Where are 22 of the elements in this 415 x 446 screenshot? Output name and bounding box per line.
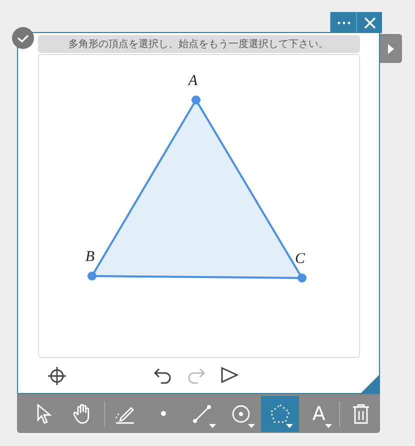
vertex-label: A: [188, 72, 198, 89]
close-icon: [364, 16, 376, 28]
instruction-bar: 多角形の頂点を選択し、始点をもう一度選択して下さい。: [38, 35, 360, 53]
caret-icon: [208, 424, 216, 428]
more-icon: [336, 20, 350, 24]
vertex-label: B: [84, 248, 94, 265]
caret-icon: [248, 424, 255, 428]
caret-icon: [286, 424, 294, 428]
more-button[interactable]: [330, 12, 356, 33]
check-icon[interactable]: [12, 27, 34, 49]
expand-button[interactable]: [380, 34, 402, 63]
vertex-label: C: [294, 250, 304, 267]
text-tool-button[interactable]: A: [299, 396, 338, 432]
pentagon-icon: [268, 402, 292, 426]
play-button[interactable]: [218, 366, 238, 384]
close-button[interactable]: [356, 12, 382, 33]
undo-button[interactable]: [152, 366, 172, 384]
crosshair-icon[interactable]: [47, 366, 67, 386]
dot-icon: [161, 411, 166, 416]
triangle-right-icon: [388, 44, 394, 54]
caret-icon: [325, 424, 332, 428]
polygon-tool-button[interactable]: [260, 396, 300, 432]
